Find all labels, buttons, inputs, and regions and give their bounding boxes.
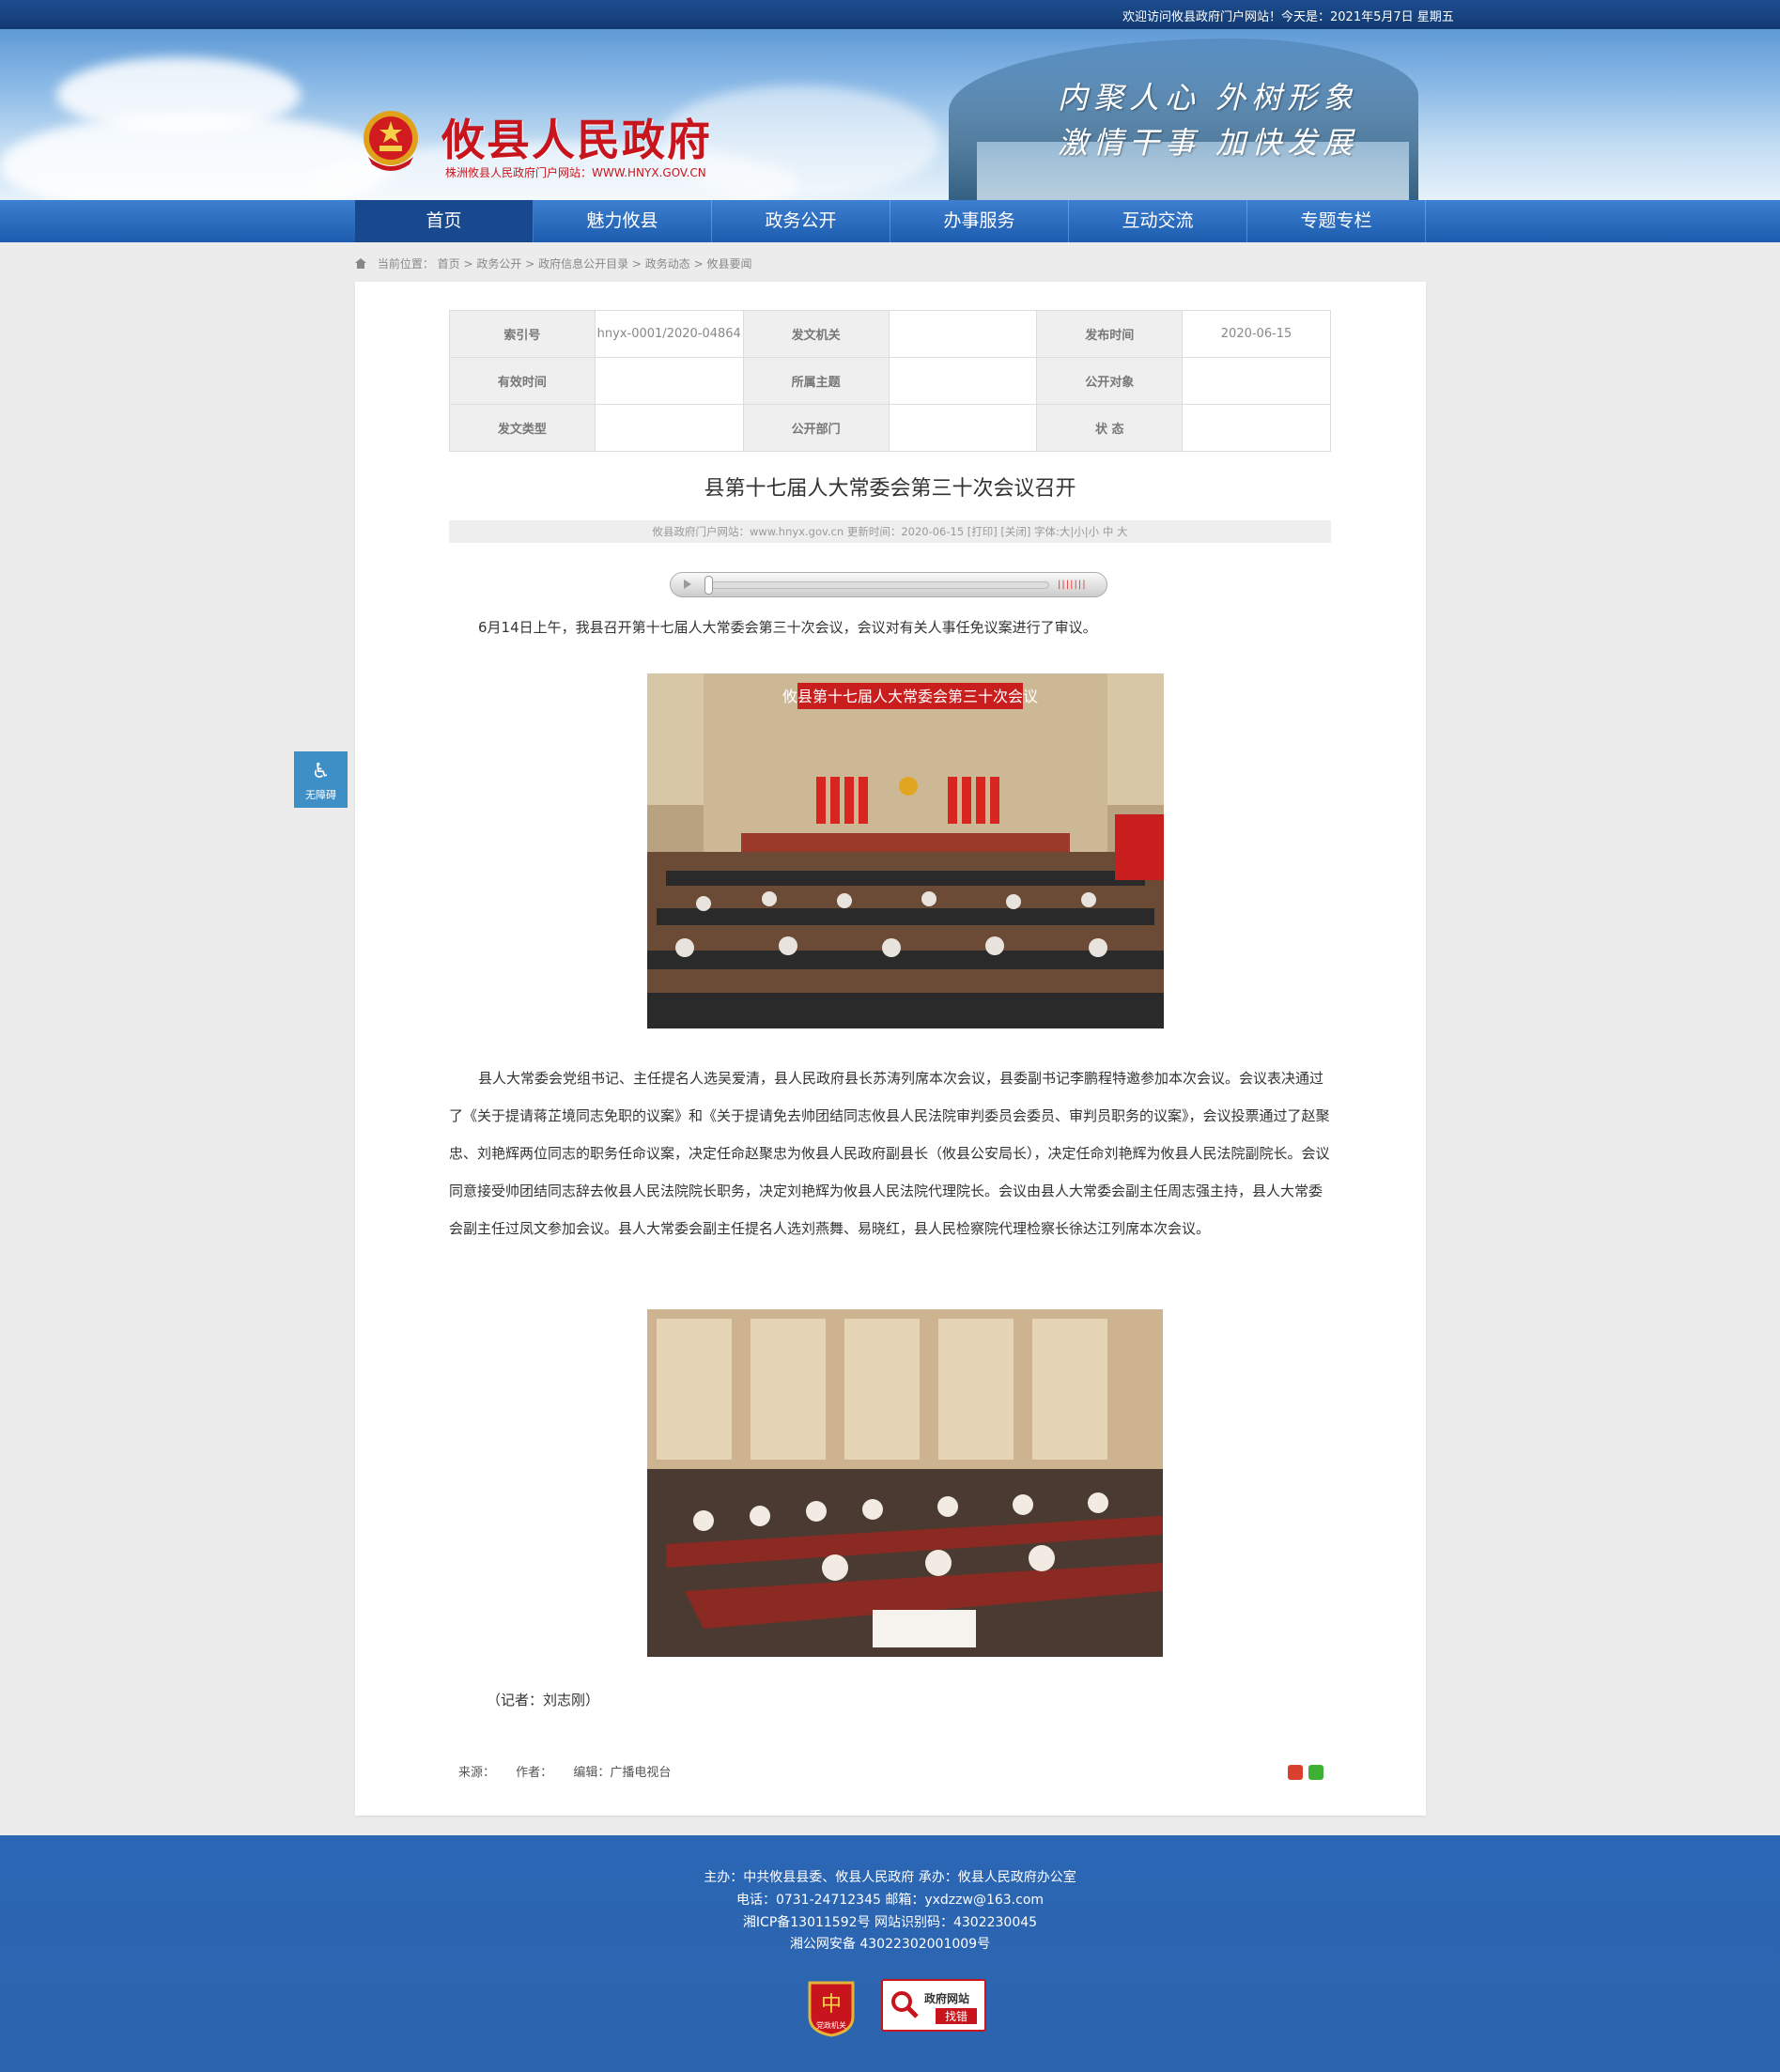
meta-status-label: 状 态: [1036, 404, 1184, 452]
article-source-line: 来源： 作者： 编辑：广播电视台: [458, 1762, 688, 1780]
article-info-bar: 攸县政府门户网站：www.hnyx.gov.cn 更新时间：2020-06-15…: [449, 520, 1331, 543]
footer-icp[interactable]: 湘ICP备13011592号 网站识别码：4302230045: [0, 1912, 1780, 1931]
accessibility-label: 无障碍: [305, 789, 336, 801]
audio-player[interactable]: |||||||: [670, 572, 1107, 597]
metadata-table: 索引号 hnyx-0001/2020-04864 发文机关 发布时间 2020-…: [449, 310, 1331, 452]
site-title: 攸县人民政府: [441, 115, 712, 165]
site-subtitle: 株洲攸县人民政府门户网站：WWW.HNYX.GOV.CN: [445, 166, 706, 179]
welcome-text: 欢迎访问攸县政府门户网站！今天是：2021年5月7日 星期五: [1122, 10, 1454, 24]
meta-valid-label: 有效时间: [449, 357, 596, 405]
share-wechat-icon[interactable]: [1308, 1765, 1323, 1780]
footer-police-record[interactable]: 湘公网安备 43022302001009号: [0, 1934, 1780, 1953]
meta-issuer-label: 发文机关: [742, 310, 890, 358]
magnifier-icon: [891, 1991, 919, 2018]
gov-site-error-report-button[interactable]: 政府网站 找错: [881, 1979, 986, 2032]
breadcrumb-gov-news[interactable]: 政务动态: [645, 257, 690, 271]
home-icon: [355, 258, 366, 269]
top-bar: 欢迎访问攸县政府门户网站！今天是：2021年5月7日 星期五: [0, 0, 1780, 29]
nav-item-home[interactable]: 首页: [355, 200, 534, 242]
breadcrumb-home[interactable]: 首页: [438, 257, 460, 271]
party-gov-badge-icon[interactable]: 中 党政机关: [806, 1979, 857, 2037]
meta-valid-value: [594, 357, 744, 405]
meta-topic-value: [888, 357, 1038, 405]
svg-text:党政机关: 党政机关: [816, 2020, 846, 2030]
slogan-line-2: 激情干事 加快发展: [1058, 125, 1359, 161]
breadcrumb-gov-affairs[interactable]: 政务公开: [476, 257, 521, 271]
svg-text:中: 中: [821, 1993, 842, 2017]
article-paragraph-1: 6月14日上午，我县召开第十七届人大常委会第三十次会议，会议对有关人事任免议案进…: [478, 619, 1097, 636]
meta-dept-value: [888, 404, 1038, 452]
meta-audience-label: 公开对象: [1036, 357, 1184, 405]
meta-index-value: hnyx-0001/2020-04864: [594, 310, 744, 358]
nav-item-interaction[interactable]: 互动交流: [1069, 200, 1247, 242]
main-nav: 首页 魅力攸县 政务公开 办事服务 互动交流 专题专栏: [0, 200, 1780, 242]
breadcrumb: 当前位置： 首页 > 政务公开 > 政府信息公开目录 > 政务动态 > 攸县要闻: [355, 255, 752, 271]
article-paragraph-2: 县人大常委会党组书记、主任提名人选吴爱清，县人民政府县长苏涛列席本次会议，县委副…: [449, 1070, 1330, 1237]
footer-sponsor: 主办：中共攸县县委、攸县人民政府 承办：攸县人民政府办公室: [704, 1870, 1076, 1885]
header-banner: 攸县人民政府 株洲攸县人民政府门户网站：WWW.HNYX.GOV.CN 内聚人心…: [0, 29, 1780, 200]
nav-item-services[interactable]: 办事服务: [890, 200, 1069, 242]
error-report-title: 政府网站: [924, 1992, 970, 2005]
nav-item-topics[interactable]: 专题专栏: [1247, 200, 1426, 242]
meta-topic-label: 所属主题: [742, 357, 890, 405]
meta-issuer-value: [888, 310, 1038, 358]
article-reporter: （记者：刘志刚）: [487, 1692, 600, 1709]
meta-date-value: 2020-06-15: [1182, 310, 1331, 358]
editor-label: 编辑：广播电视台: [573, 1766, 672, 1780]
meta-dept-label: 公开部门: [742, 404, 890, 452]
volume-icon[interactable]: |||||||: [1058, 580, 1087, 590]
meeting-banner-text: 攸县第十七届人大常委会第三十次会议: [782, 688, 1038, 705]
share-weibo-icon[interactable]: [1288, 1765, 1303, 1780]
audio-progress-track[interactable]: [706, 581, 1049, 589]
slogan-line-1: 内聚人心 外树形象: [1058, 80, 1359, 116]
meeting-photo-2: [647, 1309, 1163, 1657]
wheelchair-icon: ♿: [311, 760, 331, 783]
meeting-photo-1: 攸县第十七届人大常委会第三十次会议: [647, 673, 1164, 1028]
breadcrumb-catalog[interactable]: 政府信息公开目录: [538, 257, 628, 271]
breadcrumb-county-news[interactable]: 攸县要闻: [706, 257, 751, 271]
nav-item-charm[interactable]: 魅力攸县: [534, 200, 712, 242]
audio-progress-handle[interactable]: [704, 576, 713, 595]
footer-contact: 电话：0731-24712345 邮箱：yxdzzw@163.com: [735, 1893, 1045, 1908]
article-title: 县第十七届人大常委会第三十次会议召开: [704, 477, 1076, 501]
error-report-label: 找错: [936, 2008, 978, 2024]
meta-index-label: 索引号: [449, 310, 596, 358]
play-icon[interactable]: [684, 580, 691, 589]
accessibility-button[interactable]: ♿ 无障碍: [294, 751, 348, 808]
author-label: 作者：: [516, 1766, 553, 1780]
meta-type-label: 发文类型: [449, 404, 596, 452]
nav-item-gov-affairs[interactable]: 政务公开: [712, 200, 890, 242]
source-label: 来源：: [458, 1766, 496, 1780]
article-card: 索引号 hnyx-0001/2020-04864 发文机关 发布时间 2020-…: [355, 282, 1426, 1816]
national-emblem-icon: [364, 111, 418, 171]
breadcrumb-label: 当前位置：: [377, 257, 434, 271]
meta-date-label: 发布时间: [1036, 310, 1184, 358]
meta-type-value: [594, 404, 744, 452]
meta-status-value: [1182, 404, 1331, 452]
meta-audience-value: [1182, 357, 1331, 405]
